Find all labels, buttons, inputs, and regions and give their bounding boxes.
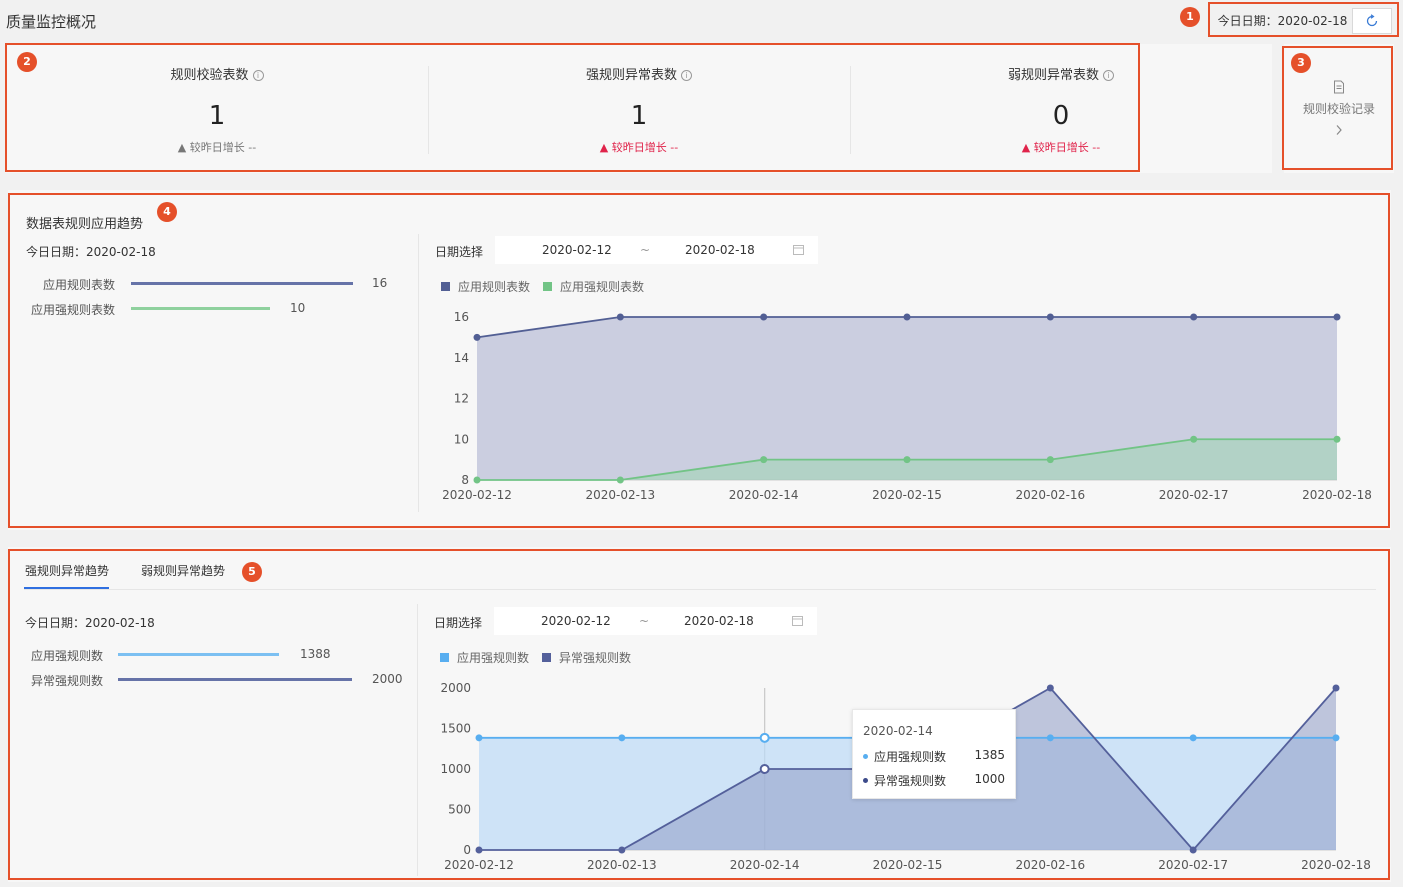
- badge-5: 5: [242, 562, 262, 582]
- highlight-frame-5: [8, 549, 1390, 880]
